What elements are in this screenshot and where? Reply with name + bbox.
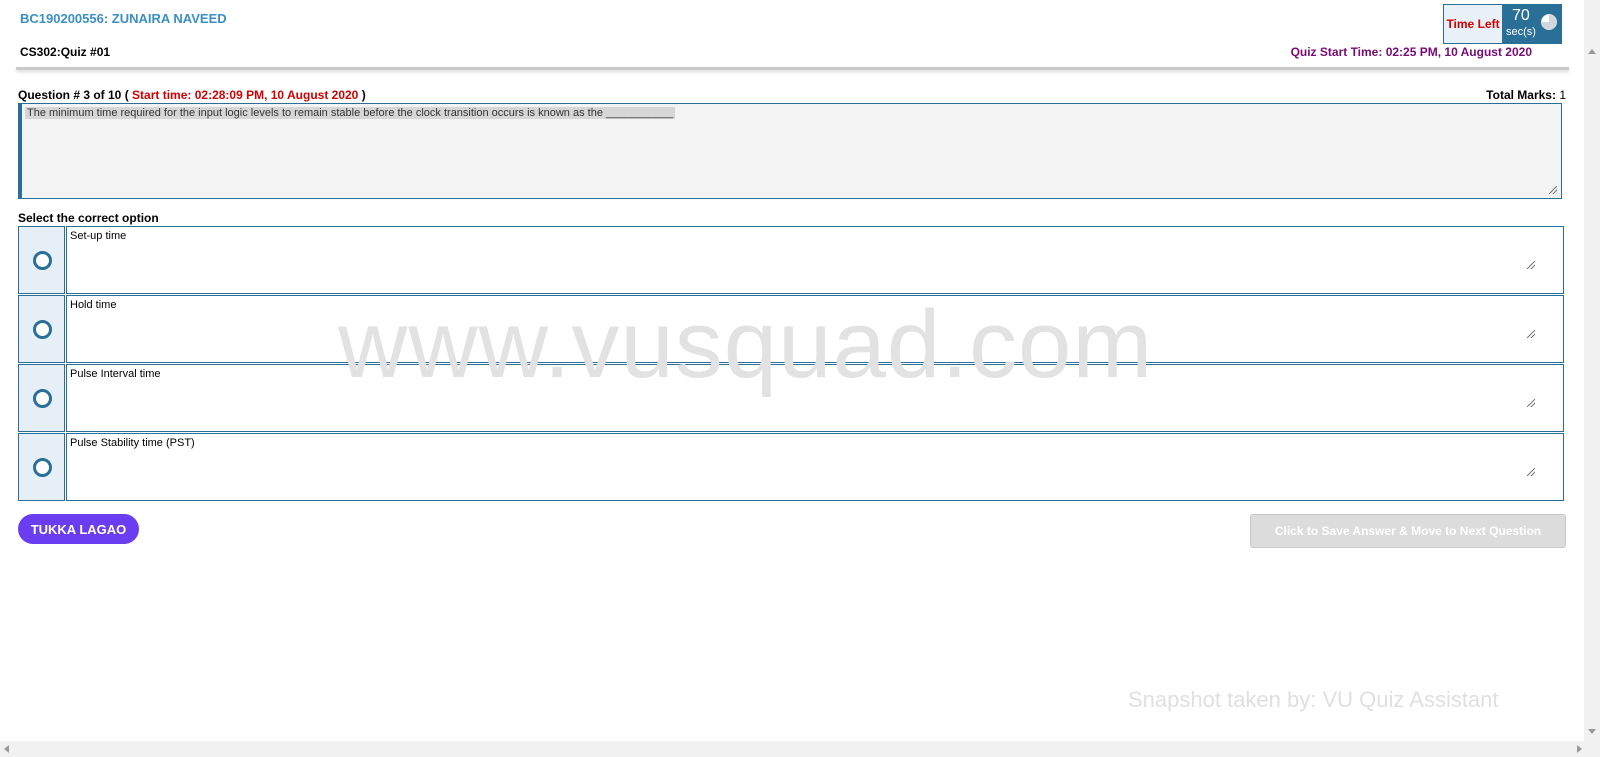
option-text: Hold time — [70, 299, 117, 311]
select-option-label: Select the correct option — [18, 211, 159, 225]
scroll-down-icon[interactable] — [1588, 729, 1596, 734]
quiz-start-value: 02:25 PM, 10 August 2020 — [1385, 45, 1532, 59]
resize-grip-icon[interactable] — [1527, 399, 1535, 407]
question-text: The minimum time required for the input … — [25, 107, 676, 119]
radio-button-icon[interactable] — [33, 251, 52, 270]
option-radio-cell[interactable] — [18, 364, 65, 432]
timer-label: Time Left — [1444, 5, 1502, 43]
resize-grip-icon[interactable] — [1549, 186, 1557, 194]
question-textarea[interactable]: The minimum time required for the input … — [18, 103, 1562, 199]
tukka-lagao-button[interactable]: TUKKA LAGAO — [18, 514, 139, 544]
resize-grip-icon[interactable] — [1527, 468, 1535, 476]
option-row: Pulse Stability time (PST) — [18, 433, 1564, 501]
option-text: Set-up time — [70, 230, 127, 242]
quiz-start-time: Quiz Start Time: 02:25 PM, 10 August 202… — [1291, 45, 1532, 59]
header-divider — [16, 67, 1569, 70]
quiz-start-label: Quiz Start Time: — [1290, 45, 1383, 59]
timer-display: 70 sec(s) — [1502, 5, 1561, 43]
option-text: Pulse Interval time — [70, 368, 161, 380]
total-marks-value: 1 — [1559, 88, 1566, 102]
question-header: Question # 3 of 10 ( Start time: 02:28:0… — [18, 88, 366, 102]
radio-button-icon[interactable] — [33, 389, 52, 408]
question-close-paren: ) — [361, 88, 366, 102]
option-radio-cell[interactable] — [18, 433, 65, 501]
option-radio-cell[interactable] — [18, 226, 65, 294]
radio-button-icon[interactable] — [33, 458, 52, 477]
scroll-right-icon[interactable] — [1577, 745, 1582, 753]
total-marks: Total Marks: 1 — [1486, 88, 1566, 102]
vertical-scrollbar[interactable] — [1584, 0, 1600, 741]
watermark-text: www.vusquad.com — [338, 291, 1154, 398]
total-marks-label: Total Marks: — [1486, 88, 1556, 102]
horizontal-scrollbar[interactable] — [0, 741, 1600, 757]
resize-grip-icon[interactable] — [1527, 261, 1535, 269]
clock-icon — [1541, 14, 1557, 30]
option-row: Set-up time — [18, 226, 1564, 294]
option-text: Pulse Stability time (PST) — [70, 437, 195, 449]
timer-unit: sec(s) — [1506, 26, 1536, 38]
quiz-title: CS302:Quiz #01 — [20, 45, 111, 59]
timer-value: 70 — [1512, 7, 1530, 24]
scroll-left-icon[interactable] — [4, 745, 9, 753]
resize-grip-icon[interactable] — [1527, 330, 1535, 338]
student-name: BC190200556: ZUNAIRA NAVEED — [20, 11, 227, 26]
scroll-up-icon[interactable] — [1588, 49, 1596, 54]
question-start-time: Start time: 02:28:09 PM, 10 August 2020 — [132, 88, 359, 102]
option-textarea[interactable]: Pulse Stability time (PST) — [66, 433, 1564, 501]
question-number: Question # 3 of 10 ( — [18, 88, 129, 102]
radio-button-icon[interactable] — [33, 320, 52, 339]
option-radio-cell[interactable] — [18, 295, 65, 363]
option-textarea[interactable]: Set-up time — [66, 226, 1564, 294]
timer-widget: Time Left 70 sec(s) — [1443, 4, 1562, 44]
snapshot-watermark: Snapshot taken by: VU Quiz Assistant — [1128, 687, 1499, 712]
save-next-button[interactable]: Click to Save Answer & Move to Next Ques… — [1250, 514, 1566, 548]
